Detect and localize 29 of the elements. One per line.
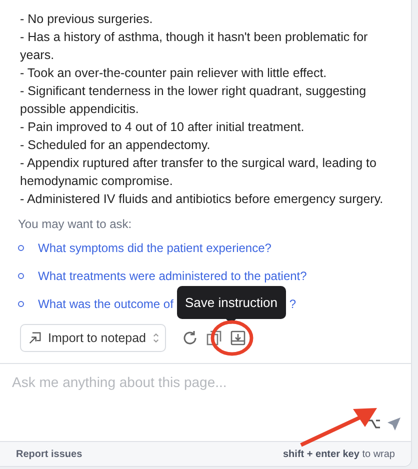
save-icon[interactable] [230, 330, 246, 346]
option-key-icon[interactable] [367, 419, 381, 429]
answer-line: - Scheduled for an appendectomy. [20, 137, 212, 154]
answer-line: - Significant tenderness in the lower right quadrant, suggesting possible appendicitis. [20, 83, 368, 118]
import-select[interactable]: Import to notepad [20, 324, 166, 352]
answer-line: - Took an over-the-counter pain reliever with little effect. [20, 65, 328, 82]
suggestion-link[interactable]: ? [289, 297, 296, 311]
bullet-icon [18, 245, 24, 251]
answer-line: - No previous surgeries. [20, 11, 154, 28]
tooltip: Save instruction [177, 286, 286, 319]
suggestions-heading: You may want to ask: [17, 216, 133, 233]
suggestion-link[interactable]: What symptoms did the patient experience? [38, 241, 272, 255]
answer-line: - Has a history of asthma, though it hasn't been problematic for years. [20, 29, 369, 64]
answer-line: - Administered IV fluids and antibiotics before emergency surgery. [20, 191, 384, 208]
highlight-circle [210, 319, 254, 357]
answer-line: - Appendix ruptured after transfer to the surgical ward, leading to hemodynamic compromise. [20, 155, 378, 190]
bullet-icon [18, 301, 24, 307]
copy-icon[interactable] [206, 330, 222, 346]
key-hint: shift + enter key [283, 448, 360, 460]
bullet-icon [18, 273, 24, 279]
report-link[interactable]: Report issues [16, 448, 82, 460]
suggestion-link[interactable]: What was the outcome of [38, 297, 174, 311]
answer-line: - Pain improved to 4 out of 10 after initial treatment. [20, 119, 306, 136]
import-icon [29, 331, 42, 345]
hint-text: to wrap [362, 448, 395, 460]
chevron-icon [153, 332, 159, 344]
refresh-icon[interactable] [182, 330, 198, 346]
send-icon[interactable] [387, 417, 401, 431]
suggestion-link[interactable]: What treatments were administered to the patient? [38, 269, 307, 283]
